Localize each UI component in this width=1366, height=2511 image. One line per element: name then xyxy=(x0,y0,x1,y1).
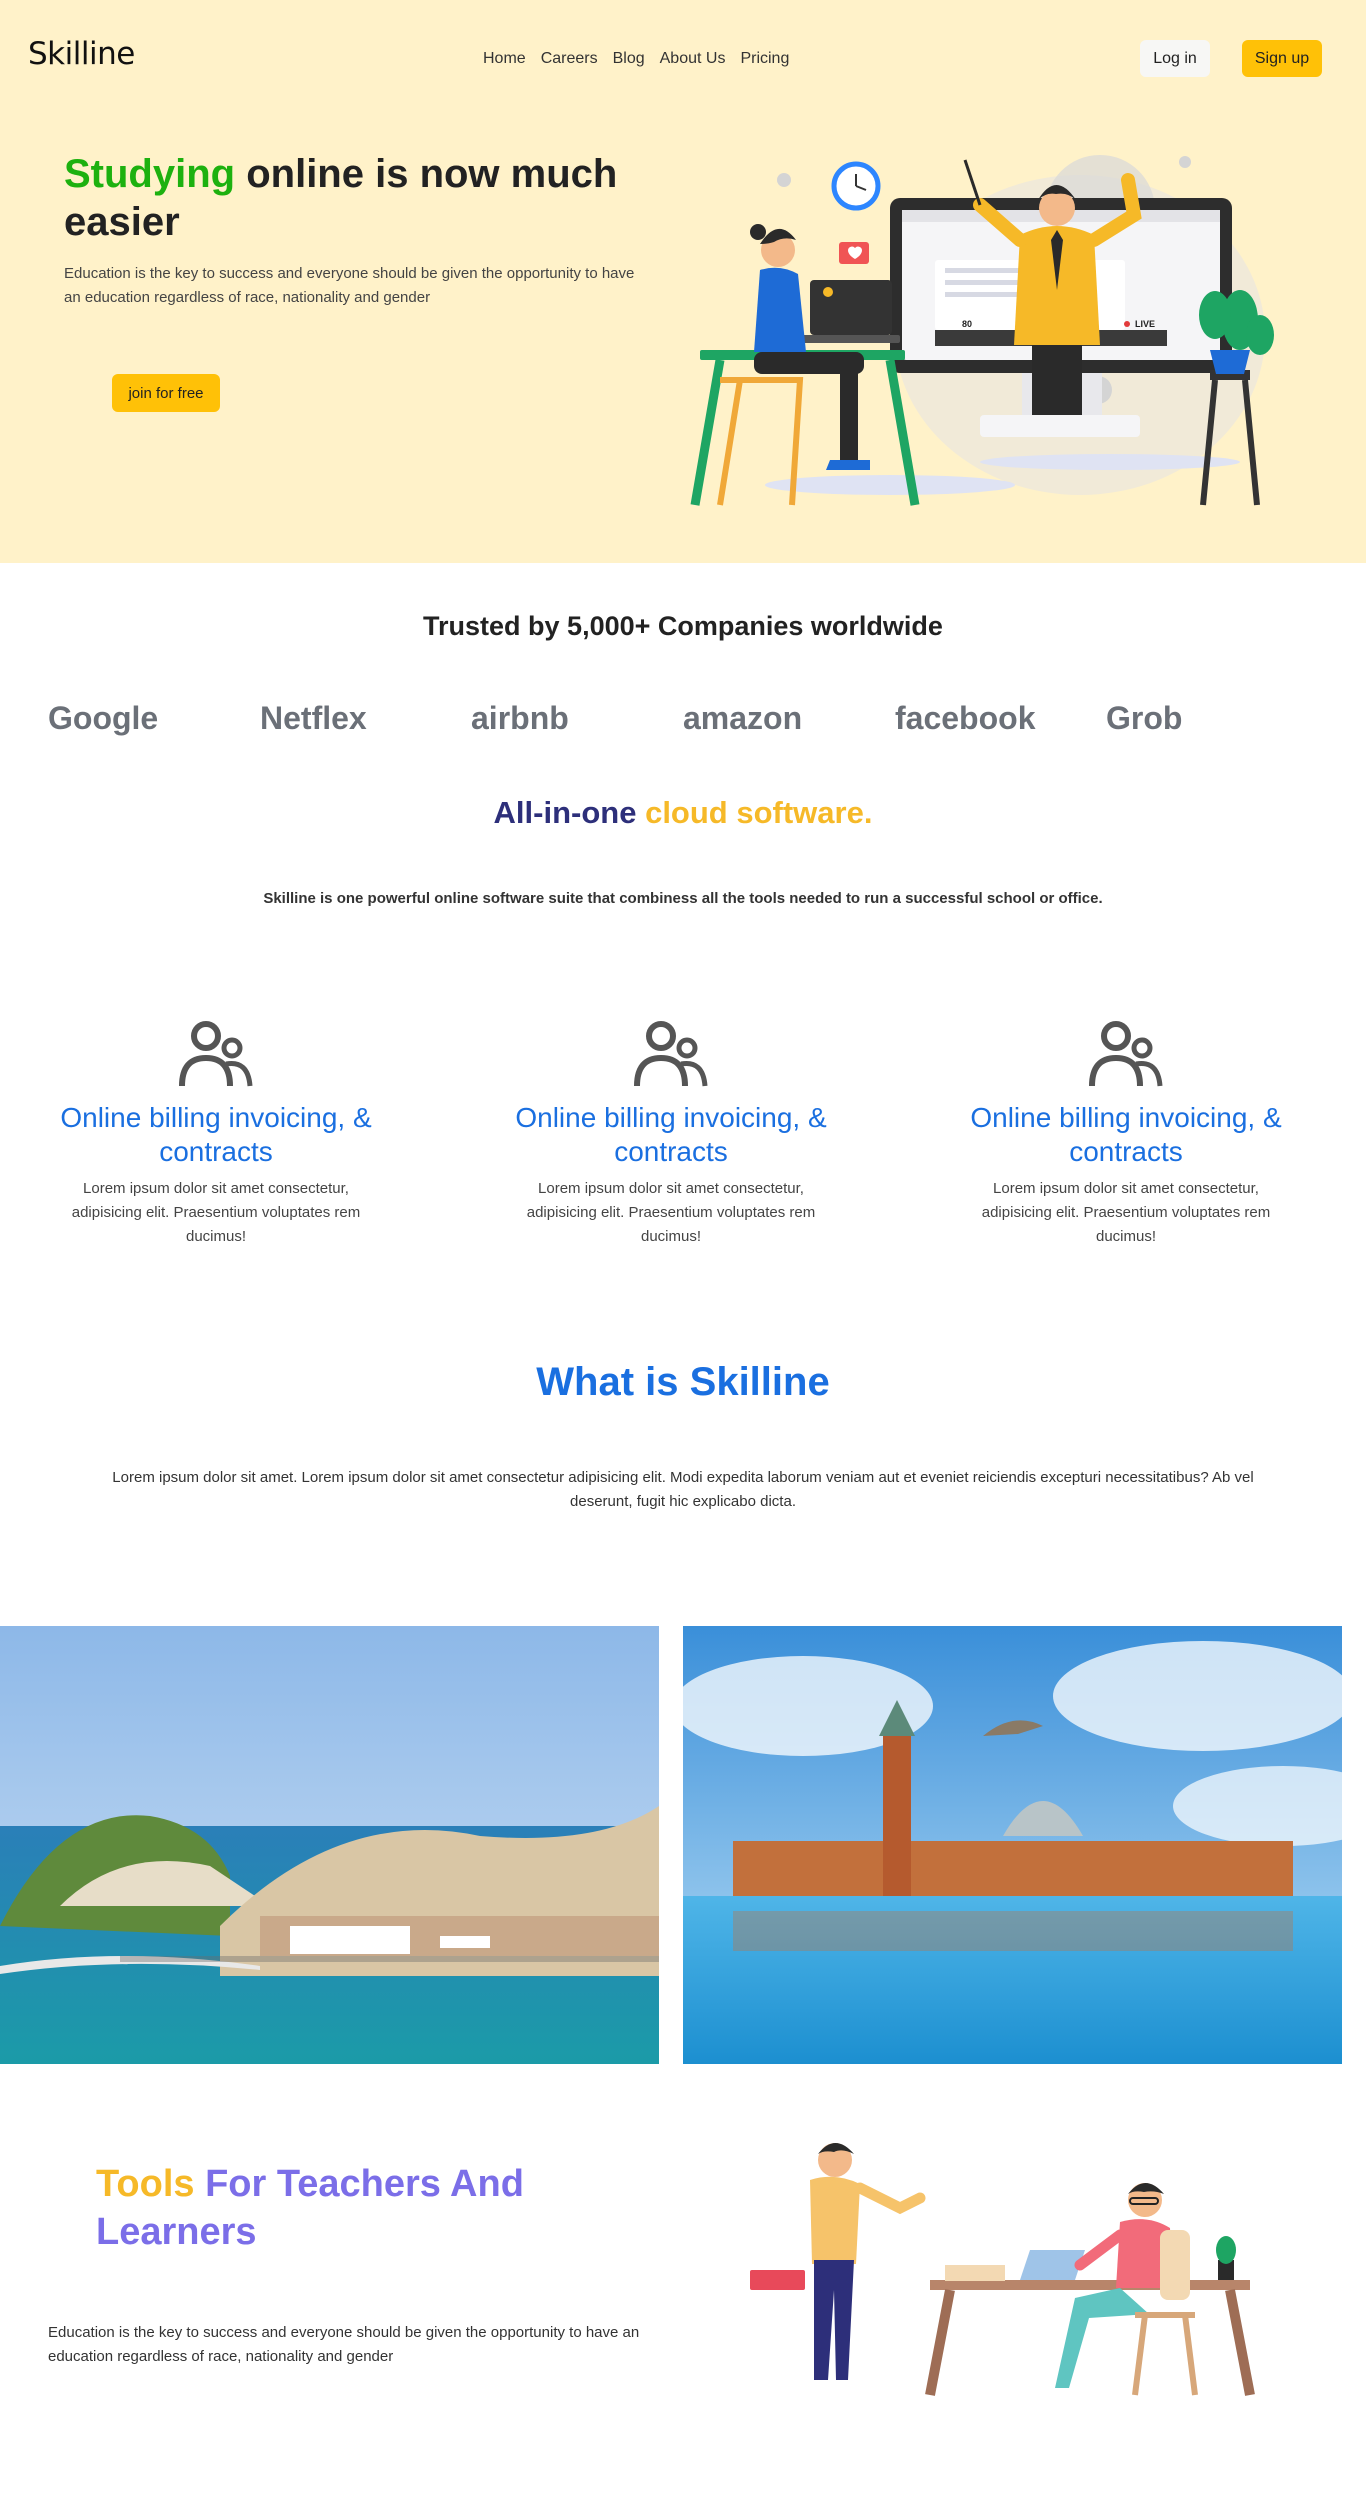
tools-title: Tools For Teachers And Learners xyxy=(96,2160,656,2256)
feature-card: Online billing invoicing, & contracts Lo… xyxy=(946,1018,1306,1249)
feature-title: Online billing invoicing, & contracts xyxy=(515,1102,827,1167)
users-icon xyxy=(179,1021,253,1087)
video-count: 80 xyxy=(962,319,972,329)
users-icon xyxy=(1089,1021,1163,1087)
trust-title: Trusted by 5,000+ Companies worldwide xyxy=(423,611,943,641)
nav-pricing[interactable]: Pricing xyxy=(740,50,789,68)
teacher-learner-illustration xyxy=(750,2143,1255,2396)
feature-text: Lorem ipsum dolor sit amet consectetur, … xyxy=(981,1180,1271,1245)
nav-home[interactable]: Home xyxy=(483,50,526,68)
live-badge: LIVE xyxy=(1135,319,1155,329)
coastal-town-photo xyxy=(0,1626,659,2064)
nav-blog[interactable]: Blog xyxy=(613,50,645,68)
feature-title: Online billing invoicing, & contracts xyxy=(60,1102,372,1167)
feature-text: Lorem ipsum dolor sit amet consectetur, … xyxy=(71,1180,361,1245)
cloud-title-accent: cloud software. xyxy=(645,795,873,830)
main-menu: Home Careers Blog About Us Pricing xyxy=(483,50,789,68)
hero-subtitle: Education is the key to success and ever… xyxy=(64,265,635,306)
feature-card: Online billing invoicing, & contracts Lo… xyxy=(36,1018,396,1249)
tools-text: Education is the key to success and ever… xyxy=(48,2324,640,2365)
tools-title-accent: Tools xyxy=(96,2163,195,2205)
cloud-title-main: All-in-one xyxy=(493,795,646,830)
signup-button[interactable]: Sign up xyxy=(1242,40,1322,77)
cloud-title: All-in-one cloud software. xyxy=(0,795,1366,831)
join-button[interactable]: join for free xyxy=(112,374,220,412)
logo-facebook: facebook xyxy=(895,700,1036,736)
navbar: Skilline Home Careers Blog About Us Pric… xyxy=(0,0,1366,118)
logo-grob: Grob xyxy=(1106,700,1183,736)
feature-title: Online billing invoicing, & contracts xyxy=(970,1102,1282,1167)
logo-airbnb: airbnb xyxy=(471,700,569,736)
nav-careers[interactable]: Careers xyxy=(541,50,598,68)
venice-photo xyxy=(683,1626,1342,2064)
brand-logo[interactable]: Skilline xyxy=(28,36,135,72)
feature-card: Online billing invoicing, & contracts Lo… xyxy=(491,1018,851,1249)
users-icon xyxy=(634,1021,708,1087)
feature-text: Lorem ipsum dolor sit amet consectetur, … xyxy=(526,1180,816,1245)
hero-title-accent: Studying xyxy=(64,152,236,196)
logo-google: Google xyxy=(48,700,159,736)
login-button[interactable]: Log in xyxy=(1140,40,1210,77)
company-logos: Google Netflex airbnb amazon facebook Gr… xyxy=(0,700,1366,748)
cloud-subtitle: Skilline is one powerful online software… xyxy=(263,890,1103,907)
online-class-illustration: 80 LIVE xyxy=(690,155,1274,506)
logo-amazon: amazon xyxy=(683,700,803,736)
nav-about-us[interactable]: About Us xyxy=(660,50,726,68)
what-text: Lorem ipsum dolor sit amet. Lorem ipsum … xyxy=(112,1469,1254,1510)
hero-section: Skilline Home Careers Blog About Us Pric… xyxy=(0,0,1366,563)
hero-title: Studying online is now much easier xyxy=(64,150,684,246)
logo-netflex: Netflex xyxy=(260,700,367,736)
what-title: What is Skilline xyxy=(536,1360,830,1404)
